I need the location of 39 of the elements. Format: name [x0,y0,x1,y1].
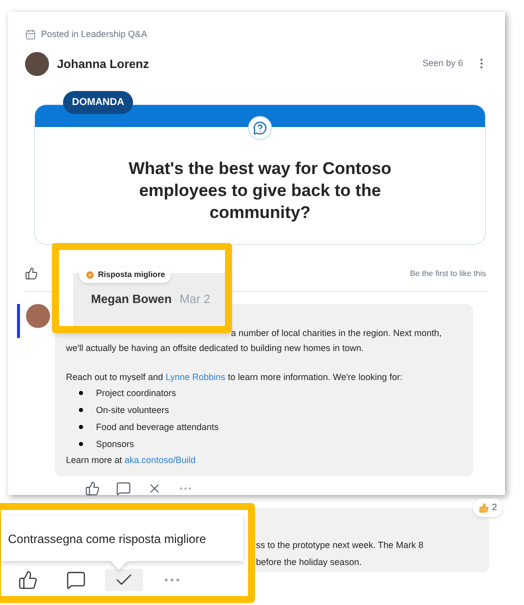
accent-bar [17,304,20,338]
comment-icon[interactable] [66,570,86,590]
reply-paragraph: Reach out to myself and Lynne Robbins to learn more information. We're looking for: [66,370,404,384]
bullet-icon [79,425,83,429]
learn-more-text: Learn more at aka.contoso/Build [66,454,197,466]
bullet-icon [79,408,83,412]
list-item: On-site volunteers [96,404,170,416]
reply-paragraph: a number of local charities in the region. Next month, we'll actually be having an offsite dedicated to building new homes in town. [66,326,443,355]
person-link[interactable]: Lynne Robbins [166,372,226,382]
avatar [26,304,50,328]
list-item: Food and beverage attendants [96,420,219,434]
reply-date: Mar 2 [180,291,210,308]
thumbs-up-icon [479,502,489,513]
list-item: Sponsors [96,438,134,451]
like-icon[interactable] [25,267,38,280]
question-badge: DOMANDA [63,90,134,114]
like-icon[interactable] [85,480,100,496]
author-name: Megan Bowen [91,291,172,308]
check-button[interactable] [105,569,143,591]
author-name: Johanna Lorenz [57,56,150,72]
comment-icon[interactable] [116,480,131,496]
best-answer-label: Risposta migliore [98,269,166,281]
bullet-icon [79,391,83,395]
check-circle-icon [85,270,95,280]
channel-label: Posted in Leadership Q&A [41,28,148,41]
avatar [25,52,49,76]
question-icon [253,120,267,134]
tooltip-text: Contrassegna come risposta migliore [8,530,206,548]
question-text: What's the best way for Contoso employees to give back to the community? [128,158,392,224]
list-item: Project coordinators [96,386,176,400]
bullet-icon [79,442,83,446]
like-status: Be the first to like this [410,268,486,280]
reply-text: before the holiday season. [255,556,363,569]
build-link[interactable]: aka.contoso/Build [124,454,196,464]
like-icon[interactable] [18,570,38,590]
reaction-count: 2 [492,501,498,514]
seen-by-label: Seen by 6 [422,56,463,70]
calendar-icon [25,29,36,40]
reply-text: ss to the prototype next week. The Mark 8 [255,539,424,552]
